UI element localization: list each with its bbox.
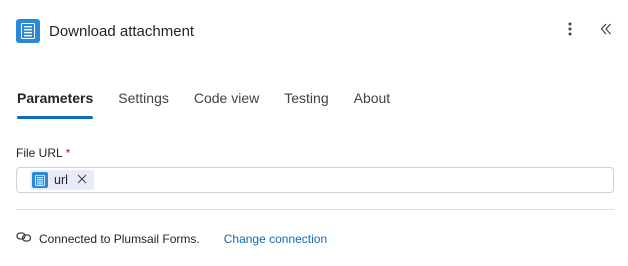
tab-code-view[interactable]: Code view bbox=[194, 88, 259, 120]
link-icon bbox=[16, 230, 32, 248]
tab-parameters[interactable]: Parameters bbox=[17, 88, 94, 120]
page-title: Download attachment bbox=[49, 22, 195, 40]
double-chevron-left-icon bbox=[600, 22, 612, 40]
file-url-label: File URL * bbox=[16, 146, 70, 160]
tab-testing[interactable]: Testing bbox=[284, 88, 328, 120]
connection-info: Connected to Plumsail Forms. Change conn… bbox=[16, 230, 327, 248]
section-divider bbox=[16, 209, 614, 210]
more-options-button[interactable] bbox=[558, 19, 582, 43]
close-icon bbox=[77, 171, 87, 189]
remove-token-button[interactable] bbox=[76, 174, 88, 186]
panel-header: Download attachment bbox=[16, 19, 618, 43]
file-url-field[interactable]: url bbox=[16, 167, 614, 193]
token-label: url bbox=[54, 173, 68, 187]
list-icon bbox=[16, 19, 40, 43]
change-connection-link[interactable]: Change connection bbox=[224, 232, 327, 246]
action-details-panel: Download attachment Parameters Settings … bbox=[0, 0, 628, 266]
collapse-panel-button[interactable] bbox=[594, 19, 618, 43]
tab-settings[interactable]: Settings bbox=[118, 88, 169, 120]
field-label-text: File URL bbox=[16, 146, 63, 160]
required-marker: * bbox=[65, 146, 71, 160]
more-vertical-icon bbox=[568, 22, 572, 41]
tab-list: Parameters Settings Code view Testing Ab… bbox=[17, 88, 415, 120]
connection-status-text: Connected to Plumsail Forms. bbox=[39, 232, 200, 246]
tab-about[interactable]: About bbox=[354, 88, 391, 120]
list-icon bbox=[32, 172, 48, 188]
dynamic-content-token[interactable]: url bbox=[30, 170, 94, 190]
